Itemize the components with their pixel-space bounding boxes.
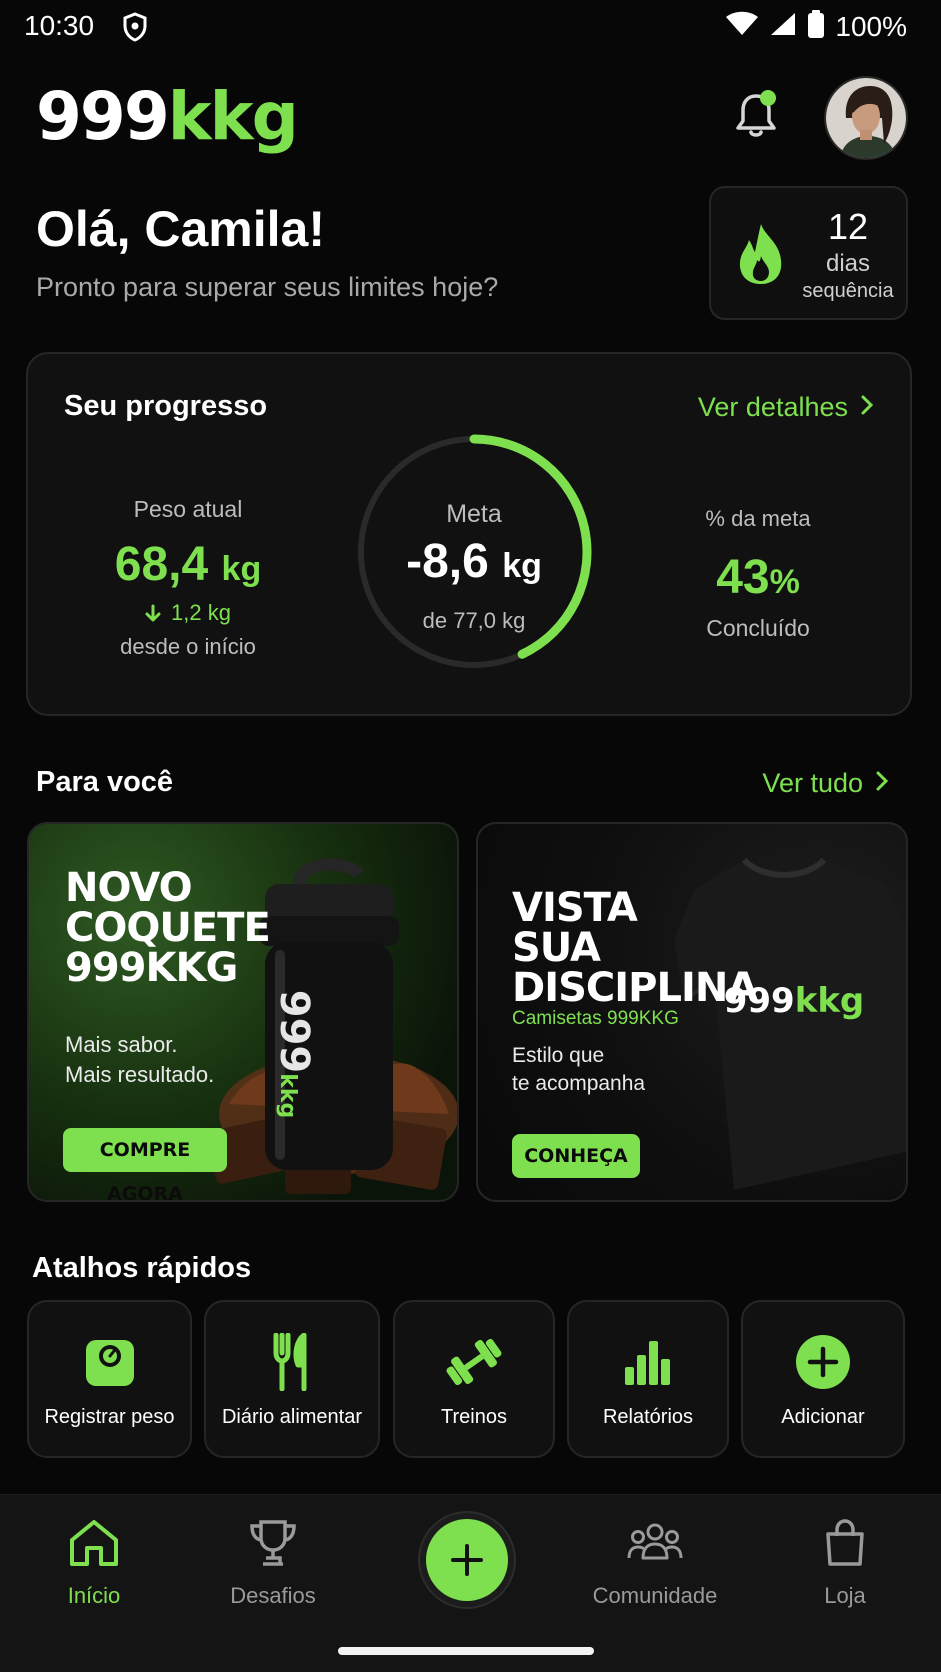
- nav-home[interactable]: Início: [19, 1515, 169, 1609]
- plus-circle-icon: [743, 1332, 903, 1392]
- view-all-label: Ver tudo: [762, 768, 863, 798]
- goal-value: -8,6 kg: [406, 535, 542, 588]
- fork-knife-icon: [206, 1332, 378, 1392]
- bar-chart-icon: [569, 1332, 727, 1392]
- progress-title: Seu progresso: [64, 390, 268, 422]
- shortcut-label: Registrar peso: [44, 1406, 175, 1428]
- weight-delta: 1,2 kg: [68, 600, 308, 626]
- buy-now-button[interactable]: COMPRE AGORA: [63, 1128, 227, 1200]
- promo-tshirt-subtitle: Estilo que te acompanha: [512, 1044, 646, 1096]
- streak-card[interactable]: 12 dias sequência: [709, 186, 908, 320]
- home-indicator: [338, 1647, 594, 1655]
- discover-button[interactable]: CONHEÇA: [512, 1134, 640, 1178]
- nav-label: Loja: [824, 1583, 866, 1608]
- promo-card-shake[interactable]: 999kkg NOVO COQUETE 999KKG Mais sabor. M…: [27, 822, 459, 1202]
- add-fab-button[interactable]: [426, 1519, 508, 1601]
- nav-challenges[interactable]: Desafios: [198, 1515, 348, 1609]
- nav-community[interactable]: Comunidade: [580, 1515, 730, 1609]
- greeting-subtitle: Pronto para superar seus limites hoje?: [36, 272, 499, 302]
- promo-tshirt-tag: Camisetas 999KKG: [512, 1008, 679, 1029]
- greeting-title: Olá, Camila!: [36, 201, 325, 257]
- battery-icon: [807, 10, 825, 43]
- promo-card-tshirt[interactable]: 999kkg VISTA SUA DISCIPLINA Camisetas 99…: [476, 822, 908, 1202]
- promo-shake-subtitle: Mais sabor. Mais resultado.: [65, 1032, 215, 1087]
- shortcut-label: Treinos: [441, 1406, 507, 1428]
- streak-label: sequência: [802, 280, 894, 302]
- progress-card: Seu progresso Ver detalhes Peso atual 68…: [26, 352, 912, 716]
- goal-sub: de 77,0 kg: [422, 608, 526, 633]
- goal-summary: Meta -8,6 kg de 77,0 kg: [344, 422, 604, 682]
- app-logo: 999kkg: [36, 78, 299, 155]
- goal-percent-label: % da meta: [705, 506, 811, 531]
- bottom-nav: Início Desafios Comunidade Loja: [0, 1494, 941, 1672]
- streak-unit: dias: [825, 250, 871, 277]
- nav-shop[interactable]: Loja: [770, 1515, 920, 1609]
- battery-percent: 100%: [835, 10, 907, 42]
- shortcut-label: Relatórios: [602, 1406, 694, 1428]
- shortcut-log-weight[interactable]: Registrar peso: [27, 1300, 192, 1458]
- streak-count: 12: [827, 206, 869, 247]
- dumbbell-icon: [395, 1332, 553, 1392]
- flame-icon: [735, 222, 787, 291]
- wifi-icon: [725, 11, 759, 42]
- promo-tshirt-heading: VISTA SUA DISCIPLINA: [512, 885, 758, 1011]
- scale-icon: [29, 1332, 190, 1392]
- shortcut-workouts[interactable]: Treinos: [393, 1300, 555, 1458]
- avatar[interactable]: [824, 76, 908, 160]
- current-weight: Peso atual 68,4 kg 1,2 kg desde o início: [68, 496, 308, 660]
- chevron-right-icon: [875, 768, 889, 799]
- view-all-link[interactable]: Ver tudo: [762, 768, 889, 799]
- shortcut-food-diary[interactable]: Diário alimentar: [204, 1300, 380, 1458]
- current-weight-label: Peso atual: [133, 496, 243, 522]
- notification-dot: [760, 90, 776, 106]
- nav-label: Início: [67, 1583, 121, 1608]
- goal-label: Meta: [446, 500, 502, 528]
- shortcut-label: Adicionar: [781, 1406, 865, 1428]
- view-details-link[interactable]: Ver detalhes: [698, 392, 874, 423]
- view-details-label: Ver detalhes: [697, 392, 848, 422]
- shortcuts-title: Atalhos rápidos: [32, 1252, 252, 1284]
- nav-label: Desafios: [230, 1583, 316, 1608]
- shortcut-reports[interactable]: Relatórios: [567, 1300, 729, 1458]
- nav-label: Comunidade: [592, 1583, 718, 1608]
- weight-delta-caption: desde o início: [120, 634, 256, 659]
- shield-icon: [122, 12, 148, 47]
- shortcut-add[interactable]: Adicionar: [741, 1300, 905, 1458]
- current-weight-value: 68,4 kg: [114, 538, 262, 591]
- community-icon: [580, 1515, 730, 1571]
- arrow-down-icon: [145, 604, 161, 622]
- plus-icon: [451, 1544, 483, 1576]
- goal-percent-caption: Concluído: [706, 615, 810, 641]
- signal-icon: [769, 11, 797, 42]
- for-you-title: Para você: [36, 766, 174, 798]
- status-bar: 10:30 100%: [0, 0, 941, 56]
- goal-percent: % da meta 43% Concluído: [638, 506, 878, 642]
- chevron-right-icon: [860, 392, 874, 423]
- shortcut-label: Diário alimentar: [221, 1406, 363, 1428]
- goal-percent-value: 43%: [716, 551, 800, 604]
- promo-shake-heading: NOVO COQUETE 999KKG: [65, 865, 271, 991]
- shopping-bag-icon: [770, 1515, 920, 1571]
- status-time: 10:30: [24, 10, 95, 41]
- trophy-icon: [198, 1515, 348, 1571]
- home-icon: [19, 1515, 169, 1571]
